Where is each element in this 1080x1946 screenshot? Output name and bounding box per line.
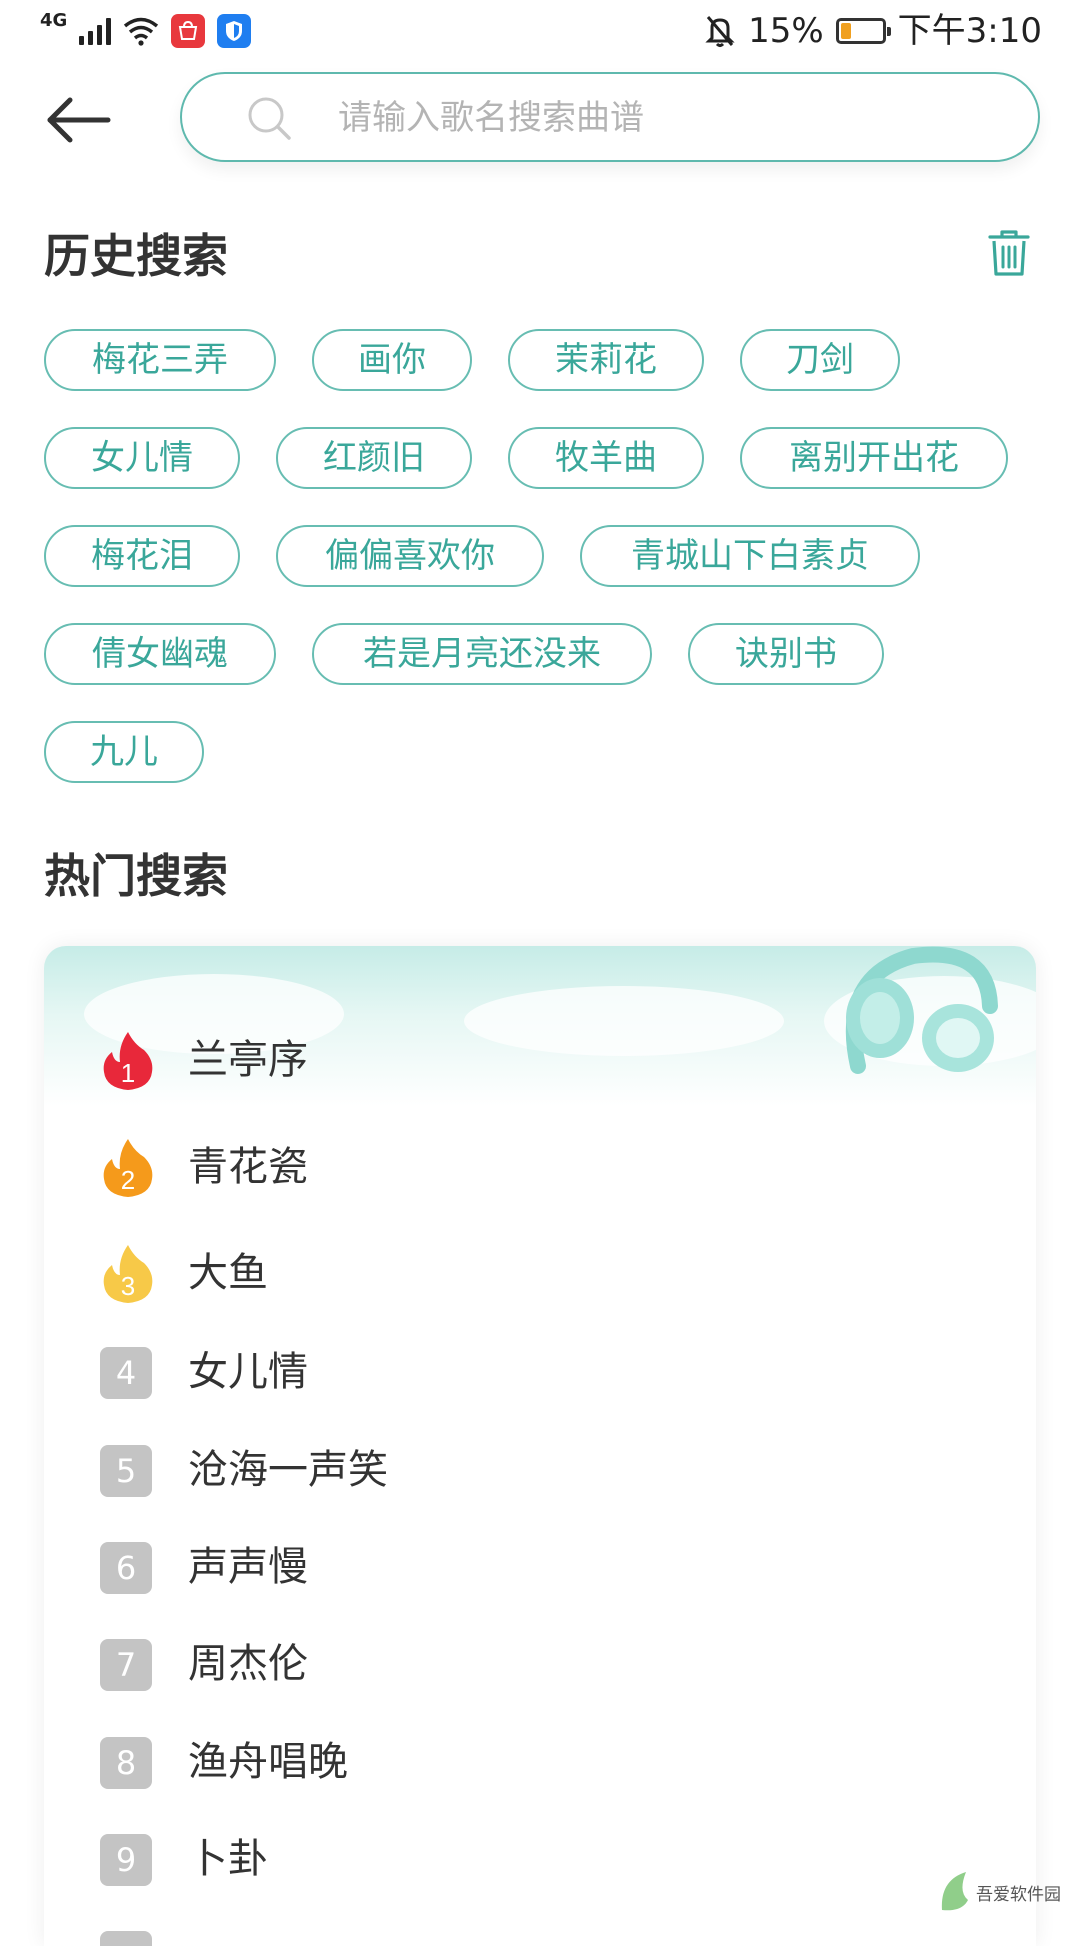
rank-badge: 5: [100, 1445, 152, 1497]
battery-percent: 15%: [748, 11, 824, 51]
history-tag[interactable]: 茉莉花: [508, 329, 704, 391]
svg-text:吾爱软件园: 吾爱软件园: [976, 1885, 1061, 1904]
history-tag[interactable]: 青城山下白素贞: [580, 525, 920, 587]
rank-3-flame-icon: 3: [103, 1245, 153, 1303]
search-input[interactable]: [336, 74, 1000, 162]
hot-item[interactable]: 4 女儿情: [44, 1332, 1036, 1412]
hot-item-name: 卜卦: [188, 1836, 268, 1882]
signal-icon: [79, 17, 112, 45]
app-store-icon: [171, 14, 206, 48]
search-icon: [248, 97, 291, 140]
svg-text:3: 3: [121, 1271, 135, 1301]
history-tag[interactable]: 牧羊曲: [508, 427, 704, 489]
rank-2-flame-icon: 2: [103, 1139, 153, 1197]
rank-badge: 9: [100, 1834, 152, 1886]
hot-item[interactable]: 2 青花瓷: [44, 1127, 1036, 1207]
wifi-icon: [124, 17, 159, 46]
clock: 下午3:10: [897, 11, 1042, 51]
history-tag[interactable]: 梅花三弄: [44, 329, 276, 391]
history-tag[interactable]: 倩女幽魂: [44, 623, 276, 685]
hot-item-partial[interactable]: [44, 1916, 1036, 1946]
status-bar: 4G 15% 下午3:10: [0, 0, 1080, 70]
status-bar-left: 4G: [40, 10, 252, 48]
history-tag[interactable]: 梅花泪: [44, 525, 240, 587]
hot-item[interactable]: 7 周杰伦: [44, 1624, 1036, 1704]
hot-title: 热门搜索: [44, 849, 228, 903]
history-tag[interactable]: 离别开出花: [740, 427, 1008, 489]
history-tag[interactable]: 若是月亮还没来: [312, 623, 652, 685]
rank-1-flame-icon: 1: [103, 1032, 153, 1090]
rank-badge: [100, 1931, 152, 1946]
hot-item[interactable]: 9 卜卦: [44, 1819, 1036, 1899]
hot-item-name: 女儿情: [188, 1349, 308, 1395]
history-tag[interactable]: 诀别书: [688, 623, 884, 685]
hot-item[interactable]: 1 兰亭序: [44, 1020, 1036, 1100]
search-bar[interactable]: [180, 72, 1040, 162]
hot-item-name: 大鱼: [188, 1250, 268, 1296]
hot-item[interactable]: 6 声声慢: [44, 1527, 1036, 1607]
battery-icon: [835, 18, 891, 44]
history-tag[interactable]: 刀剑: [740, 329, 900, 391]
hot-item-name: 声声慢: [188, 1544, 308, 1590]
watermark-logo: 吾爱软件园: [941, 1872, 1061, 1911]
security-shield-icon: [217, 14, 252, 48]
hot-item-name: 周杰伦: [188, 1641, 308, 1687]
rank-badge: 6: [100, 1542, 152, 1594]
hot-item-name: 青花瓷: [188, 1144, 308, 1190]
rank-badge: 8: [100, 1737, 152, 1789]
rank-badge: 7: [100, 1639, 152, 1691]
bell-muted-icon: [705, 16, 735, 47]
history-tag[interactable]: 红颜旧: [276, 427, 472, 489]
hot-item-name: 沧海一声笑: [188, 1447, 388, 1493]
svg-text:2: 2: [121, 1165, 135, 1195]
hot-item[interactable]: 8 渔舟唱晚: [44, 1722, 1036, 1802]
hot-item[interactable]: 3 大鱼: [44, 1233, 1036, 1313]
hot-item[interactable]: 5 沧海一声笑: [44, 1430, 1036, 1510]
rank-badge: 4: [100, 1347, 152, 1399]
hot-item-name: 兰亭序: [188, 1037, 308, 1083]
history-tag[interactable]: 九儿: [44, 721, 204, 783]
hot-item-name: 渔舟唱晚: [188, 1739, 348, 1785]
status-bar-right: 15% 下午3:10: [704, 14, 1042, 48]
history-tag[interactable]: 女儿情: [44, 427, 240, 489]
trash-icon[interactable]: [988, 228, 1030, 278]
network-type: 4G: [40, 10, 68, 31]
history-tag[interactable]: 画你: [312, 329, 472, 391]
hot-list-card: 1 兰亭序 2 青花瓷 3 大鱼 4 女儿情 5 沧海一声笑 6 声声慢 7 周…: [44, 946, 1036, 1946]
svg-text:1: 1: [121, 1058, 135, 1088]
history-tag[interactable]: 偏偏喜欢你: [276, 525, 544, 587]
history-title: 历史搜索: [44, 229, 228, 283]
back-arrow-icon[interactable]: [42, 90, 114, 150]
